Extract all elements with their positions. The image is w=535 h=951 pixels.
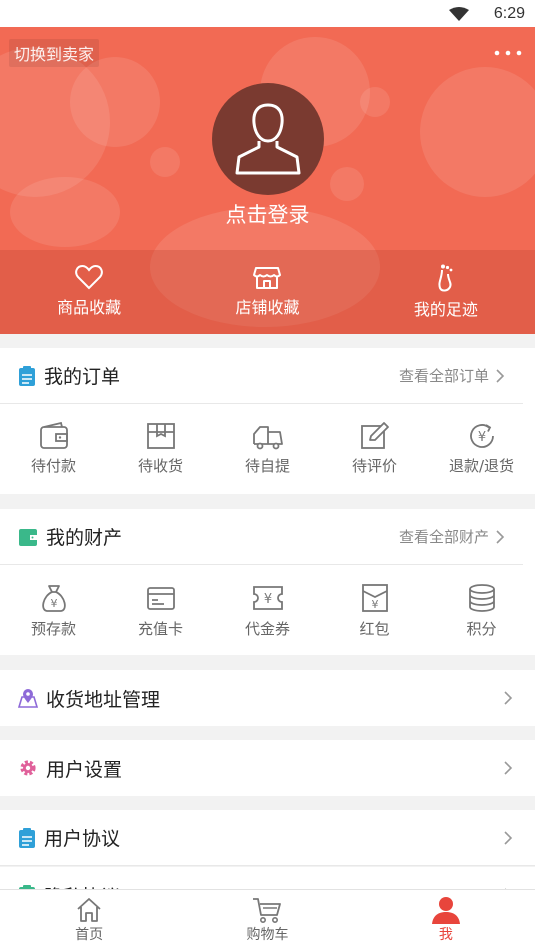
gear-icon <box>20 760 36 776</box>
tab-cart[interactable]: 购物车 <box>178 890 356 951</box>
order-refund-return[interactable]: ¥ 退款/退货 <box>428 404 535 494</box>
menu-label: 用户设置 <box>46 758 123 781</box>
quick-link-label: 店铺收藏 <box>235 298 300 317</box>
status-time: 6:29 <box>493 5 525 22</box>
quick-link-footprints[interactable]: 我的足迹 <box>357 250 535 334</box>
asset-deposit[interactable]: ¥ 预存款 <box>0 565 107 655</box>
quick-link-favorite-goods[interactable]: 商品收藏 <box>0 250 178 334</box>
red-envelope-icon: ¥ <box>361 584 388 612</box>
avatar[interactable] <box>212 83 324 195</box>
view-all-assets-label: 查看全部财产 <box>398 528 489 546</box>
chevron-right-icon <box>496 368 505 383</box>
order-pending-receipt[interactable]: 待收货 <box>107 404 214 494</box>
asset-voucher[interactable]: ¥ 代金券 <box>214 565 321 655</box>
wallet-icon <box>19 528 37 546</box>
footprint-icon <box>438 264 453 292</box>
orders-header[interactable]: 我的订单 查看全部订单 <box>0 348 523 404</box>
asset-recharge-card[interactable]: 充值卡 <box>107 565 214 655</box>
order-pending-pickup[interactable]: 待自提 <box>214 404 321 494</box>
order-status-label: 待收货 <box>137 457 183 475</box>
status-bar: 6:29 <box>0 0 535 27</box>
view-all-orders-link[interactable]: 查看全部订单 <box>399 365 505 386</box>
cart-icon <box>253 898 282 923</box>
switch-to-seller-button[interactable]: 切换到卖家 <box>9 39 100 67</box>
profile-header: 切换到卖家 点击登录 商品收藏 店铺收藏 我的足迹 <box>0 27 535 334</box>
edit-icon <box>360 422 389 449</box>
wifi-icon <box>449 7 469 21</box>
menu-label: 收货地址管理 <box>46 688 161 711</box>
asset-label: 充值卡 <box>137 620 183 638</box>
card-icon <box>146 587 175 610</box>
asset-red-envelope[interactable]: ¥ 红包 <box>321 565 428 655</box>
asset-points[interactable]: 积分 <box>428 565 535 655</box>
chevron-right-icon <box>496 529 505 544</box>
login-link[interactable]: 点击登录 <box>0 199 535 229</box>
view-all-assets-link[interactable]: 查看全部财产 <box>399 526 505 547</box>
map-pin-icon <box>18 689 38 708</box>
menu-label: 用户协议 <box>44 828 121 850</box>
wallet-icon <box>39 422 68 449</box>
order-pending-payment[interactable]: 待付款 <box>0 404 107 494</box>
tab-label: 首页 <box>75 927 104 943</box>
order-pending-review[interactable]: 待评价 <box>321 404 428 494</box>
truck-icon <box>252 426 283 450</box>
decor-bubble <box>420 67 535 197</box>
asset-label: 积分 <box>466 620 497 638</box>
orders-card: 我的订单 查看全部订单 待付款 待收货 待自提 待评价 ¥ 退款/退货 <box>0 348 535 494</box>
order-status-label: 退款/退货 <box>448 457 515 475</box>
asset-label: 红包 <box>359 620 390 638</box>
orders-title: 我的订单 <box>44 366 121 388</box>
money-bag-icon: ¥ <box>41 585 66 612</box>
assets-header[interactable]: 我的财产 查看全部财产 <box>0 509 523 565</box>
tab-label: 我 <box>438 927 453 943</box>
quick-link-favorite-stores[interactable]: 店铺收藏 <box>178 250 356 334</box>
coins-icon <box>468 584 495 612</box>
order-status-label: 待付款 <box>30 457 76 475</box>
home-icon <box>77 898 101 922</box>
voucher-icon: ¥ <box>252 586 283 610</box>
menu-address-management[interactable]: 收货地址管理 <box>0 670 535 726</box>
notepad-icon <box>19 365 35 386</box>
chevron-right-icon <box>504 691 513 705</box>
tab-label: 购物车 <box>246 927 289 943</box>
menu-user-settings[interactable]: 用户设置 <box>0 740 535 796</box>
more-menu-icon[interactable] <box>493 47 523 59</box>
svg-text:¥: ¥ <box>371 598 378 611</box>
bottom-tab-bar: 首页 购物车 我 <box>0 889 535 951</box>
store-icon <box>253 267 282 289</box>
user-silhouette-icon <box>235 103 301 175</box>
user-icon <box>431 897 460 924</box>
decor-bubble <box>360 87 390 117</box>
refund-icon: ¥ <box>469 424 494 448</box>
order-status-label: 待自提 <box>244 457 290 475</box>
svg-text:¥: ¥ <box>50 597 57 610</box>
notepad-icon <box>19 827 35 848</box>
tab-me[interactable]: 我 <box>357 890 535 951</box>
assets-title: 我的财产 <box>46 527 123 549</box>
chevron-right-icon <box>504 761 513 775</box>
quick-links-bar: 商品收藏 店铺收藏 我的足迹 <box>0 250 535 334</box>
svg-text:¥: ¥ <box>477 430 485 445</box>
order-status-label: 待评价 <box>351 457 397 475</box>
svg-text:¥: ¥ <box>263 592 271 607</box>
view-all-orders-label: 查看全部订单 <box>398 367 489 385</box>
asset-label: 预存款 <box>30 620 76 638</box>
decor-bubble <box>70 57 160 147</box>
assets-row: ¥ 预存款 充值卡 ¥ 代金券 ¥ 红包 积分 <box>0 565 535 655</box>
quick-link-label: 我的足迹 <box>413 300 478 319</box>
chevron-right-icon <box>504 830 513 845</box>
decor-bubble <box>150 147 180 177</box>
package-icon <box>146 423 175 449</box>
orders-status-row: 待付款 待收货 待自提 待评价 ¥ 退款/退货 <box>0 404 535 494</box>
heart-icon <box>75 264 103 290</box>
asset-label: 代金券 <box>244 620 290 638</box>
menu-user-agreement[interactable]: 用户协议 <box>0 810 535 866</box>
decor-bubble <box>330 167 364 201</box>
tab-home[interactable]: 首页 <box>0 890 178 951</box>
assets-card: 我的财产 查看全部财产 ¥ 预存款 充值卡 ¥ 代金券 ¥ 红包 积分 <box>0 509 535 655</box>
quick-link-label: 商品收藏 <box>57 298 122 317</box>
